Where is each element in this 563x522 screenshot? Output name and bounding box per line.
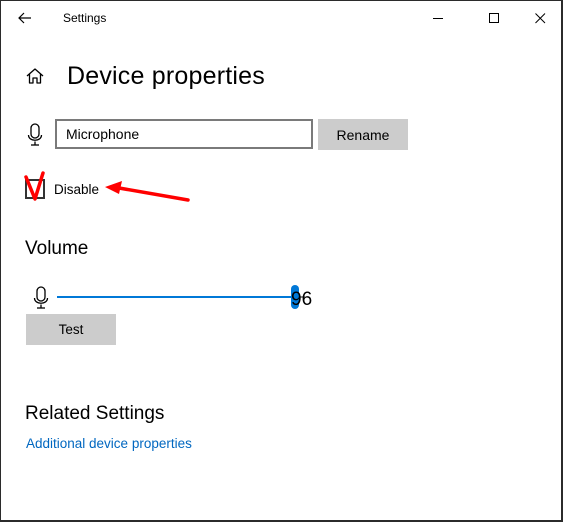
red-arrow-annotation bbox=[105, 181, 190, 202]
page-title: Device properties bbox=[67, 61, 265, 90]
maximize-button[interactable] bbox=[471, 1, 517, 35]
volume-slider-row bbox=[31, 285, 331, 311]
close-button[interactable] bbox=[517, 1, 563, 35]
microphone-icon bbox=[27, 123, 43, 146]
additional-device-properties-link[interactable]: Additional device properties bbox=[26, 436, 192, 451]
title-bar: Settings bbox=[1, 1, 561, 35]
volume-heading: Volume bbox=[25, 238, 89, 259]
page-header: Device properties bbox=[25, 59, 265, 93]
rename-button[interactable]: Rename bbox=[318, 119, 408, 150]
back-arrow-icon bbox=[18, 12, 31, 24]
test-button[interactable]: Test bbox=[26, 314, 116, 345]
disable-label: Disable bbox=[54, 181, 100, 197]
back-button[interactable] bbox=[9, 3, 41, 33]
microphone-icon bbox=[33, 286, 49, 309]
device-name-input[interactable] bbox=[55, 119, 313, 149]
volume-value: 96 bbox=[291, 289, 313, 310]
settings-window: Settings Device properties Microphone Re… bbox=[0, 0, 563, 522]
device-name-row: Rename bbox=[27, 119, 408, 151]
minimize-button[interactable] bbox=[415, 1, 461, 35]
minimize-icon bbox=[432, 17, 443, 19]
related-settings-heading: Related Settings bbox=[25, 403, 165, 424]
volume-slider[interactable] bbox=[57, 285, 305, 309]
home-icon[interactable] bbox=[25, 66, 45, 86]
disable-checkbox[interactable] bbox=[25, 179, 45, 199]
window-title: Settings bbox=[63, 11, 107, 25]
maximize-icon bbox=[488, 12, 499, 23]
disable-checkbox-row[interactable]: Disable bbox=[25, 179, 99, 199]
close-icon bbox=[534, 12, 545, 23]
volume-slider-fill bbox=[57, 296, 296, 298]
